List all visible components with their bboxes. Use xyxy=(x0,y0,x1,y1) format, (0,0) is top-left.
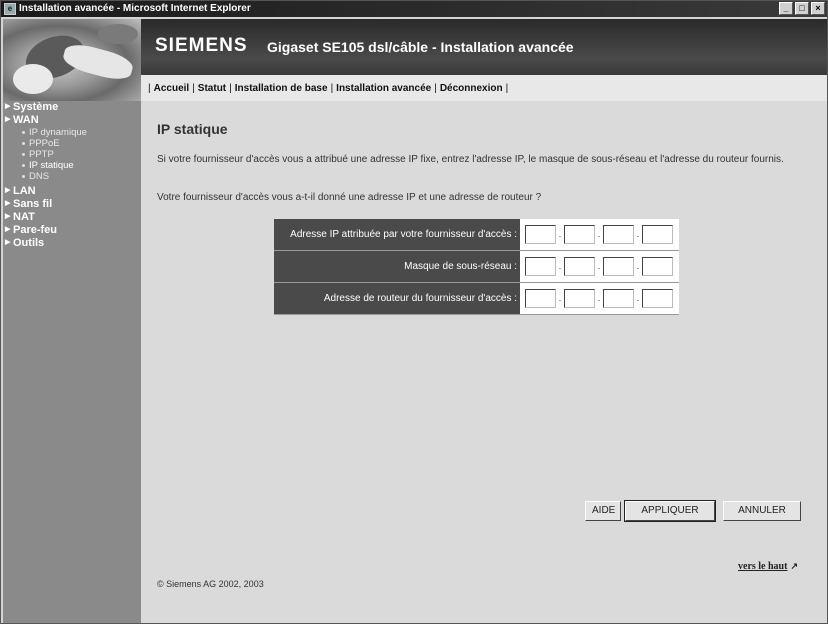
apply-button[interactable]: APPLIQUER xyxy=(624,500,716,522)
brand-bar: SIEMENS Gigaset SE105 dsl/câble - Instal… xyxy=(141,19,827,75)
sidebar: ▶ Système ▶ WAN IP dynamique PPPoE PPTP IP… xyxy=(3,101,141,623)
top-nav: | Accueil | Statut | Installation de bas… xyxy=(141,75,827,101)
sidebar-sub-pptp[interactable]: PPTP xyxy=(3,149,141,160)
title-bar: e Installation avancée - Microsoft Inter… xyxy=(1,1,827,17)
nav-installation-avancee[interactable]: Installation avancée xyxy=(336,83,431,94)
subnet-mask-octet-1[interactable] xyxy=(525,257,556,276)
ip-address-octet-2[interactable] xyxy=(564,225,595,244)
nav-deconnexion[interactable]: Déconnexion xyxy=(440,83,503,94)
subnet-mask-octet-2[interactable] xyxy=(564,257,595,276)
triangle-right-icon: ▶ xyxy=(5,239,11,246)
bullet-icon xyxy=(22,131,25,134)
bullet-icon xyxy=(22,153,25,156)
help-button[interactable]: AIDE xyxy=(585,501,621,521)
sidebar-item-outils[interactable]: ▶ Outils xyxy=(3,237,141,250)
page-header-title: Gigaset SE105 dsl/câble - Installation a… xyxy=(267,39,574,55)
nav-statut[interactable]: Statut xyxy=(198,83,226,94)
sidebar-item-systeme[interactable]: ▶ Système xyxy=(3,101,141,114)
copyright-text: © Siemens AG 2002, 2003 xyxy=(157,579,264,589)
triangle-right-icon: ▶ xyxy=(5,226,11,233)
triangle-right-icon: ▶ xyxy=(5,200,11,207)
close-button[interactable]: × xyxy=(811,2,825,15)
ip-settings-table: Adresse IP attribuée par votre fournisse… xyxy=(274,219,679,315)
browser-window: e Installation avancée - Microsoft Inter… xyxy=(0,0,828,624)
router-address-octet-3[interactable] xyxy=(603,289,634,308)
sidebar-sub-ip-statique[interactable]: IP statique xyxy=(3,160,141,171)
ip-address-row: Adresse IP attribuée par votre fournisse… xyxy=(274,219,679,251)
subnet-mask-octet-3[interactable] xyxy=(603,257,634,276)
sidebar-sub-dns[interactable]: DNS xyxy=(3,171,141,182)
router-address-octet-2[interactable] xyxy=(564,289,595,308)
question-text: Votre fournisseur d'accès vous a-t-il do… xyxy=(157,192,542,203)
subnet-mask-row: Masque de sous-réseau : . . . xyxy=(274,251,679,283)
bullet-icon xyxy=(22,175,25,178)
ie-icon: e xyxy=(4,3,16,15)
ip-address-octet-1[interactable] xyxy=(525,225,556,244)
cancel-button[interactable]: ANNULER xyxy=(723,501,801,521)
triangle-right-icon: ▶ xyxy=(5,187,11,194)
page-title: IP statique xyxy=(157,121,228,137)
siemens-logo: SIEMENS xyxy=(155,35,248,56)
bullet-icon xyxy=(22,164,25,167)
window-title: Installation avancée - Microsoft Interne… xyxy=(19,3,251,14)
ip-address-label: Adresse IP attribuée par votre fournisse… xyxy=(274,219,520,250)
sidebar-item-wan[interactable]: ▶ WAN xyxy=(3,114,141,127)
subnet-mask-label: Masque de sous-réseau : xyxy=(274,251,520,282)
router-address-row: Adresse de routeur du fournisseur d'accè… xyxy=(274,283,679,315)
triangle-right-icon: ▶ xyxy=(5,116,11,123)
triangle-right-icon: ▶ xyxy=(5,103,11,110)
ip-address-octet-4[interactable] xyxy=(642,225,673,244)
main-content: IP statique Si votre fournisseur d'accès… xyxy=(141,101,827,623)
page-header: SIEMENS Gigaset SE105 dsl/câble - Instal… xyxy=(3,19,827,101)
back-to-top-link[interactable]: vers le haut ↗ xyxy=(738,561,798,572)
sidebar-item-pare-feu[interactable]: ▶ Pare-feu xyxy=(3,224,141,237)
nav-accueil[interactable]: Accueil xyxy=(154,83,190,94)
nav-installation-de-base[interactable]: Installation de base xyxy=(235,83,328,94)
router-address-octet-1[interactable] xyxy=(525,289,556,308)
triangle-right-icon: ▶ xyxy=(5,213,11,220)
sidebar-sub-ip-dynamique[interactable]: IP dynamique xyxy=(3,127,141,138)
minimize-button[interactable]: _ xyxy=(779,2,793,15)
action-buttons: AIDE APPLIQUER ANNULER xyxy=(585,500,801,522)
ip-address-octet-3[interactable] xyxy=(603,225,634,244)
subnet-mask-octet-4[interactable] xyxy=(642,257,673,276)
arrow-up-icon: ↗ xyxy=(790,561,798,571)
sidebar-item-sans-fil[interactable]: ▶ Sans fil xyxy=(3,198,141,211)
router-address-octet-4[interactable] xyxy=(642,289,673,308)
description-text: Si votre fournisseur d'accès vous a attr… xyxy=(157,154,784,165)
header-photo xyxy=(3,19,141,101)
bullet-icon xyxy=(22,142,25,145)
sidebar-sub-pppoe[interactable]: PPPoE xyxy=(3,138,141,149)
maximize-button[interactable]: □ xyxy=(795,2,809,15)
router-address-label: Adresse de routeur du fournisseur d'accè… xyxy=(274,283,520,314)
sidebar-item-lan[interactable]: ▶ LAN xyxy=(3,185,141,198)
sidebar-item-nat[interactable]: ▶ NAT xyxy=(3,211,141,224)
